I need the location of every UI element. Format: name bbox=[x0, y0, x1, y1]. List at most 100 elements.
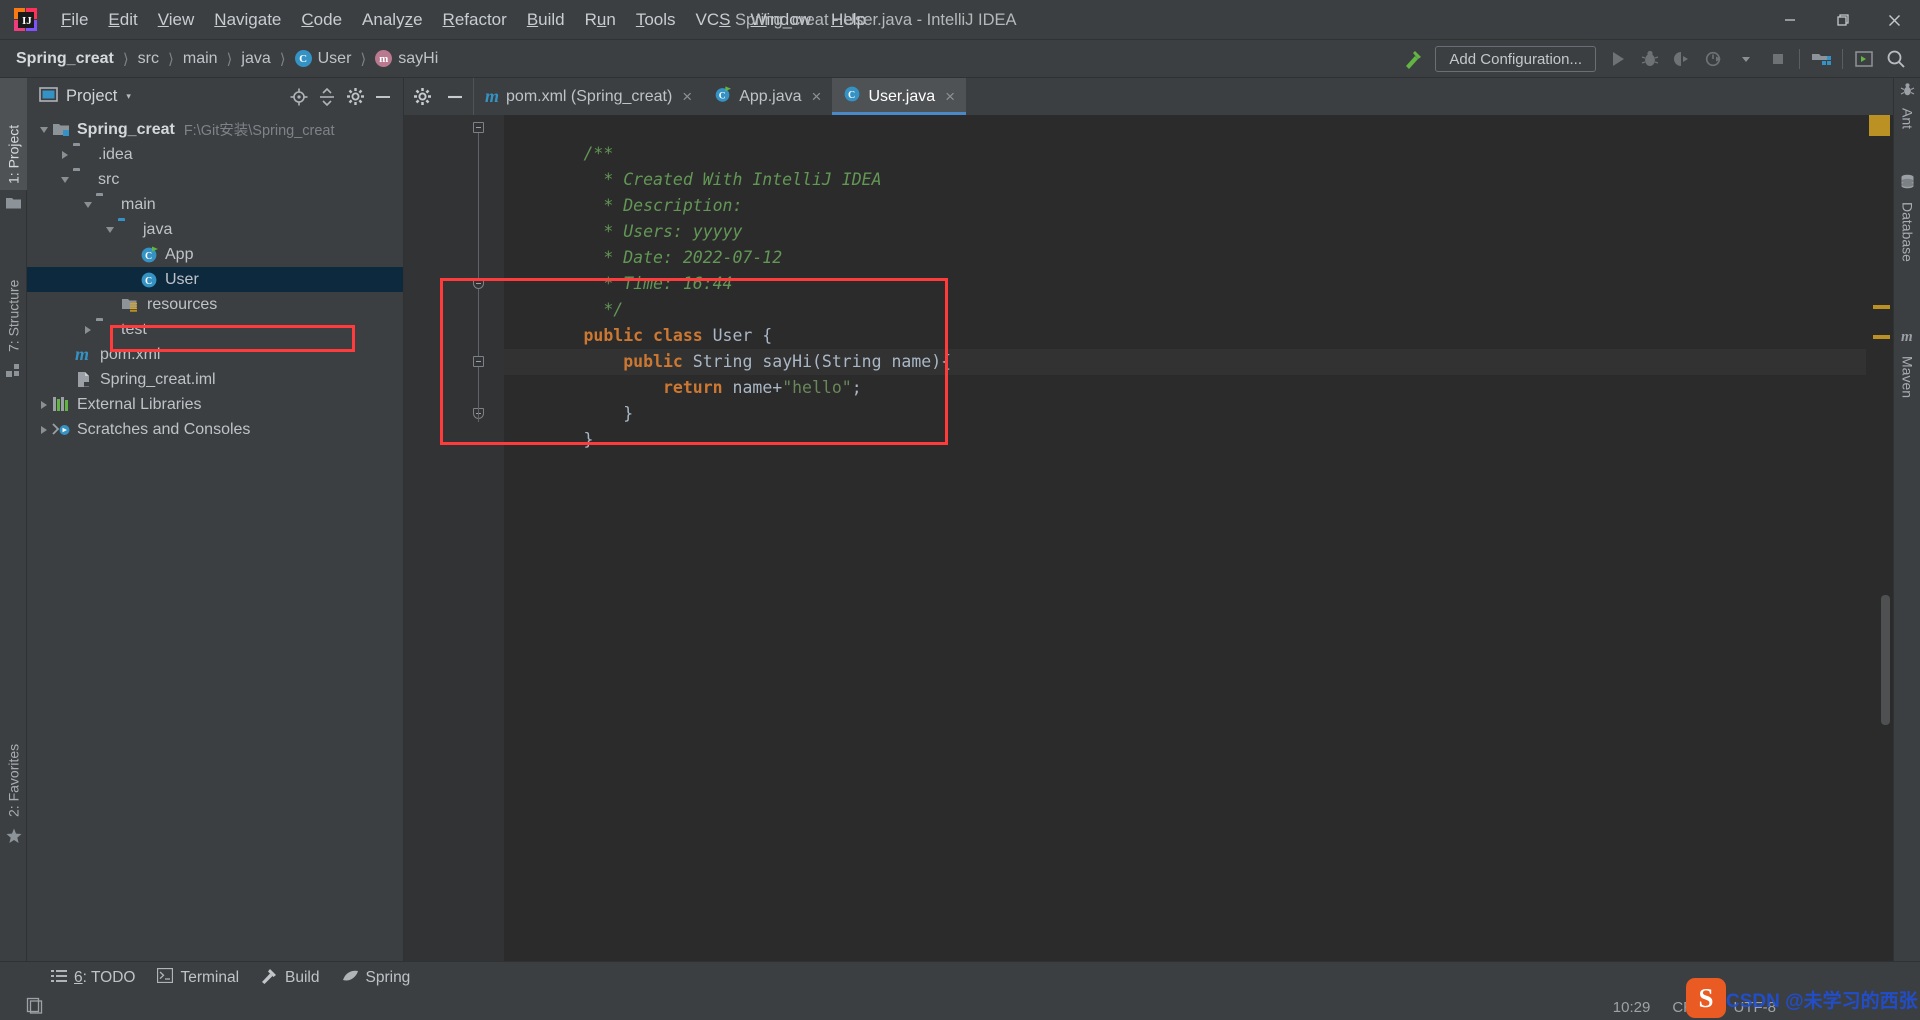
code-text-area[interactable]: /** * Created With IntelliJ IDEA * Descr… bbox=[504, 115, 1893, 961]
change-marker[interactable] bbox=[1873, 335, 1890, 339]
breadcrumb-item-user[interactable]: C User bbox=[293, 48, 354, 70]
tree-row-external-libraries[interactable]: External Libraries bbox=[27, 392, 403, 417]
tab-user-java[interactable]: C User.java × bbox=[832, 78, 967, 115]
project-folder-icon bbox=[6, 196, 21, 210]
tree-label: User bbox=[165, 270, 199, 288]
project-structure-icon[interactable] bbox=[1805, 43, 1837, 75]
tab-app-java[interactable]: C App.java × bbox=[703, 78, 832, 115]
left-tool-strip: 1: Project 7: Structure 2: Favorites bbox=[0, 78, 27, 961]
expand-arrow-icon[interactable] bbox=[101, 217, 118, 242]
code-line-1: /** bbox=[504, 115, 613, 163]
close-icon[interactable]: × bbox=[812, 87, 822, 107]
breadcrumb-item-main[interactable]: main bbox=[181, 48, 220, 70]
editor-gutter[interactable] bbox=[404, 115, 474, 961]
menu-navigate[interactable]: Navigate bbox=[204, 0, 291, 40]
expand-arrow-icon[interactable] bbox=[56, 142, 73, 167]
tree-row-src[interactable]: src bbox=[27, 167, 403, 192]
expand-arrow-icon[interactable] bbox=[35, 117, 52, 142]
warning-marker[interactable] bbox=[1869, 115, 1890, 136]
tree-row-pom-xml[interactable]: m pom.xml bbox=[27, 342, 403, 367]
menu-analyze[interactable]: Analyze bbox=[352, 0, 433, 40]
tree-row-idea[interactable]: .idea bbox=[27, 142, 403, 167]
hide-panel-icon[interactable] bbox=[369, 83, 397, 111]
breadcrumb-item-project[interactable]: Spring_creat bbox=[14, 48, 116, 70]
tree-row-spring-creat[interactable]: Spring_creat F:\Git安装\Spring_creat bbox=[27, 117, 403, 142]
menu-code[interactable]: Code bbox=[291, 0, 352, 40]
hide-panel-icon[interactable] bbox=[441, 83, 469, 111]
menu-refactor[interactable]: Refactor bbox=[433, 0, 517, 40]
tree-row-main[interactable]: main bbox=[27, 192, 403, 217]
tree-row-test[interactable]: test bbox=[27, 317, 403, 342]
breadcrumb-item-src[interactable]: src bbox=[136, 48, 161, 70]
svg-text:IJ: IJ bbox=[22, 15, 32, 27]
sidebar-item-ant[interactable]: Ant bbox=[1894, 102, 1920, 162]
database-icon bbox=[1900, 174, 1915, 189]
menu-tools[interactable]: Tools bbox=[626, 0, 686, 40]
tree-row-java[interactable]: java bbox=[27, 217, 403, 242]
fold-collapse-icon[interactable] bbox=[473, 356, 484, 367]
debug-icon[interactable] bbox=[1634, 43, 1666, 75]
fold-expand-icon[interactable] bbox=[473, 278, 484, 289]
tree-row-iml[interactable]: Spring_creat.iml bbox=[27, 367, 403, 392]
breadcrumb-item-java[interactable]: java bbox=[239, 48, 272, 70]
build-icon[interactable] bbox=[1397, 43, 1429, 75]
sidebar-item-project[interactable]: 1: Project bbox=[0, 78, 27, 190]
tree-label: App bbox=[165, 245, 194, 263]
profiler-icon[interactable] bbox=[1698, 43, 1730, 75]
expand-arrow-icon[interactable] bbox=[56, 167, 73, 192]
chevron-down-icon[interactable]: ▾ bbox=[126, 91, 131, 102]
breadcrumb-item-sayhi[interactable]: m sayHi bbox=[373, 48, 440, 70]
folder-icon bbox=[96, 321, 115, 338]
svg-text:C: C bbox=[145, 276, 152, 287]
locate-icon[interactable] bbox=[285, 83, 313, 111]
menu-build[interactable]: Build bbox=[517, 0, 575, 40]
expand-arrow-icon[interactable] bbox=[35, 417, 52, 442]
tab-pom-xml[interactable]: m pom.xml (Spring_creat) × bbox=[474, 78, 703, 115]
settings-gear-icon[interactable] bbox=[341, 83, 369, 111]
close-icon[interactable]: × bbox=[945, 87, 955, 107]
menu-view[interactable]: View bbox=[148, 0, 205, 40]
scroll-thumb[interactable] bbox=[1881, 595, 1890, 725]
maximize-button[interactable] bbox=[1816, 0, 1868, 40]
sidebar-item-favorites[interactable]: 2: Favorites bbox=[0, 683, 27, 823]
tree-row-app[interactable]: C App bbox=[27, 242, 403, 267]
bottom-tab-terminal[interactable]: Terminal bbox=[146, 962, 250, 995]
expand-arrow-icon[interactable] bbox=[79, 192, 96, 217]
bottom-tab-spring[interactable]: Spring bbox=[331, 962, 422, 995]
stop-icon[interactable] bbox=[1762, 43, 1794, 75]
minimize-button[interactable] bbox=[1764, 0, 1816, 40]
open-window-icon[interactable] bbox=[1848, 43, 1880, 75]
fold-collapse-icon[interactable] bbox=[473, 122, 484, 133]
tree-label: test bbox=[121, 320, 147, 338]
run-with-coverage-icon[interactable] bbox=[1666, 43, 1698, 75]
expand-arrow-icon[interactable] bbox=[79, 317, 96, 342]
editor-marker-strip[interactable] bbox=[1866, 115, 1893, 961]
search-everywhere-icon[interactable] bbox=[1880, 43, 1912, 75]
svg-text:C: C bbox=[848, 90, 855, 101]
change-marker[interactable] bbox=[1873, 305, 1890, 309]
chevron-down-icon[interactable] bbox=[1730, 43, 1762, 75]
show-hide-tool-windows-icon[interactable] bbox=[26, 997, 43, 1018]
sidebar-item-maven[interactable]: Maven bbox=[1894, 350, 1920, 445]
run-icon[interactable] bbox=[1602, 43, 1634, 75]
code-editor[interactable]: 1 2 3 4 5 6 7 8 9 10 11 12 13 /** * Crea… bbox=[404, 115, 1893, 961]
expand-arrow-icon[interactable] bbox=[35, 392, 52, 417]
tree-label: .idea bbox=[98, 145, 133, 163]
tree-row-user[interactable]: C User bbox=[27, 267, 403, 292]
bottom-tab-build[interactable]: Build bbox=[250, 962, 330, 995]
menu-vcs[interactable]: VCS bbox=[686, 0, 741, 40]
add-configuration-button[interactable]: Add Configuration... bbox=[1435, 46, 1596, 72]
tree-row-scratches[interactable]: Scratches and Consoles bbox=[27, 417, 403, 442]
menu-run[interactable]: Run bbox=[575, 0, 626, 40]
sidebar-item-database[interactable]: Database bbox=[1894, 196, 1920, 316]
bottom-tab-todo[interactable]: 6: TODO bbox=[40, 962, 146, 995]
close-icon[interactable]: × bbox=[682, 87, 692, 107]
sidebar-item-structure[interactable]: 7: Structure bbox=[0, 228, 27, 358]
close-button[interactable] bbox=[1868, 0, 1920, 40]
menu-file[interactable]: File bbox=[51, 0, 98, 40]
collapse-all-icon[interactable] bbox=[313, 83, 341, 111]
tree-row-resources[interactable]: resources bbox=[27, 292, 403, 317]
project-tree: Spring_creat F:\Git安装\Spring_creat .idea… bbox=[27, 115, 403, 442]
settings-gear-icon[interactable] bbox=[408, 83, 436, 111]
menu-edit[interactable]: Edit bbox=[98, 0, 147, 40]
